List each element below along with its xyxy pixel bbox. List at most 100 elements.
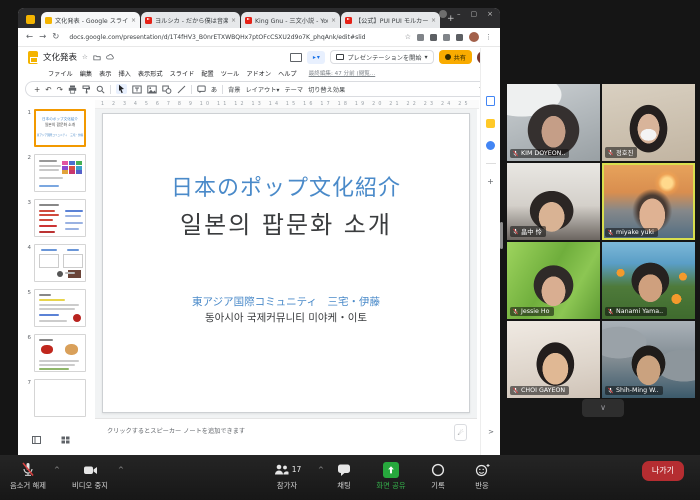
chrome-avatar[interactable]	[469, 32, 479, 42]
zoom-tool-icon[interactable]	[96, 85, 105, 94]
thumbnail-selected[interactable]: 日本のポップ文化紹介 일본의 팝문화 소개 東アジア国際コミュニティ 三宅・伊藤	[34, 109, 86, 147]
slide-canvas[interactable]: 日本のポップ文化紹介 일본의 팝문화 소개 東アジア国際コミュニティ 三宅・伊藤…	[102, 113, 470, 413]
menu-help[interactable]: ヘルプ	[278, 69, 297, 78]
tab-slides[interactable]: 文化発表 - Google スライド ×	[41, 12, 140, 28]
video-tile[interactable]: Nanami Yama..	[602, 242, 695, 319]
reload-icon[interactable]: ↻	[52, 32, 59, 42]
filmstrip-view-icon[interactable]	[32, 436, 41, 444]
video-tile[interactable]: Shih-Ming W..	[602, 321, 695, 398]
tab-youtube-1[interactable]: ヨルシカ - だから僕は音楽を辞めた... ×	[141, 12, 240, 28]
background-button[interactable]: 背景	[228, 85, 240, 94]
video-tile[interactable]: CHOI GAYEON	[507, 321, 600, 398]
slide-thumbnail-2[interactable]: 2	[22, 154, 95, 192]
slide-title-japanese[interactable]: 日本のポップ文化紹介	[103, 170, 469, 202]
menu-file[interactable]: ファイル	[48, 69, 73, 78]
calendar-icon[interactable]	[486, 96, 495, 106]
video-tile-active-speaker[interactable]: miyake yuki	[602, 163, 695, 240]
grid-view-icon[interactable]	[61, 436, 70, 444]
laser-pointer-button[interactable]: ☄	[454, 424, 467, 441]
slide-thumbnail-3[interactable]: 3	[22, 199, 95, 237]
start-presentation-button[interactable]: プレゼンテーションを開始 ▾	[330, 50, 433, 64]
menu-edit[interactable]: 編集	[80, 69, 92, 78]
cloud-status-icon[interactable]	[106, 54, 115, 61]
menu-format[interactable]: 表示形式	[138, 69, 163, 78]
tab-youtube-2[interactable]: King Gnu - 三文小説 - YouTube ×	[241, 12, 340, 28]
comment-history-icon[interactable]	[290, 53, 302, 62]
undo-icon[interactable]: ↶	[45, 85, 51, 94]
browser-profile-icon[interactable]	[439, 10, 447, 18]
tab-close-icon[interactable]: ×	[231, 17, 236, 24]
video-options-chevron[interactable]: ^	[118, 466, 124, 474]
video-tile[interactable]: Jessie Ho	[507, 242, 600, 319]
slide-thumbnail-5[interactable]: 5	[22, 289, 95, 327]
back-icon[interactable]: ←	[26, 32, 33, 42]
redo-icon[interactable]: ↷	[57, 85, 63, 94]
extension-icon[interactable]	[430, 34, 437, 41]
reactions-button[interactable]: 반응	[460, 460, 504, 491]
extension-icon[interactable]	[456, 34, 463, 41]
extension-icon[interactable]	[417, 34, 424, 41]
leave-meeting-button[interactable]: 나가기	[642, 461, 684, 481]
transition-button[interactable]: 切り替え効果	[308, 85, 345, 94]
mic-options-chevron[interactable]: ^	[54, 466, 60, 474]
menu-addons[interactable]: アドオン	[246, 69, 271, 78]
unmute-button[interactable]: 음소거 해제	[2, 460, 54, 491]
print-icon[interactable]	[68, 85, 77, 94]
paint-format-icon[interactable]	[82, 85, 91, 94]
keep-icon[interactable]	[486, 119, 495, 128]
slide-thumbnail-4[interactable]: 4	[22, 244, 95, 282]
scrollbar-thumb[interactable]	[500, 222, 503, 249]
theme-button[interactable]: テーマ	[285, 85, 304, 94]
video-tile[interactable]: 정호진	[602, 84, 695, 161]
record-button[interactable]: 기록	[416, 460, 460, 491]
add-addon-icon[interactable]: +	[487, 177, 494, 186]
last-edit-link[interactable]: 最終編集: 47 分前 (閲覧...	[309, 69, 376, 77]
extension-icon[interactable]	[443, 34, 450, 41]
slide-title-korean[interactable]: 일본의 팝문화 소개	[103, 205, 469, 240]
document-title[interactable]: 文化発表	[43, 51, 77, 63]
chat-button[interactable]: 채팅	[322, 460, 366, 491]
text-format-tool[interactable]: あ	[211, 85, 217, 94]
more-participants-button[interactable]: ∨	[582, 399, 624, 417]
tab-youtube-3[interactable]: 【公式】PUI PUI モルカー 第1話... ×	[341, 12, 440, 28]
participants-button[interactable]: 17 참가자	[258, 460, 316, 491]
present-caret-icon[interactable]: ▾	[425, 54, 428, 61]
share-button[interactable]: 共有	[439, 50, 472, 64]
menu-view[interactable]: 表示	[99, 69, 111, 78]
menu-slide[interactable]: スライド	[170, 69, 195, 78]
close-button[interactable]: ×	[487, 10, 493, 18]
slide-thumbnail-6[interactable]: 6	[22, 334, 95, 372]
stop-video-button[interactable]: 비디오 중지	[62, 460, 118, 491]
video-tile[interactable]: KIM DOYEON..	[507, 84, 600, 161]
pinned-slides-tab-icon[interactable]	[26, 15, 35, 24]
tab-close-icon[interactable]: ×	[131, 17, 136, 24]
slide-thumbnail-7[interactable]: 7	[22, 379, 95, 417]
maximize-button[interactable]: ▢	[471, 10, 478, 18]
insert-shape-icon[interactable]	[162, 85, 172, 94]
select-tool-icon[interactable]	[116, 84, 127, 94]
chrome-menu-icon[interactable]: ⋮	[485, 33, 492, 41]
move-folder-icon[interactable]	[93, 54, 101, 61]
forward-icon[interactable]: →	[39, 32, 46, 42]
share-screen-button[interactable]: 화면 공유	[366, 460, 416, 491]
slide-thumbnail-1[interactable]: 1 日本のポップ文化紹介 일본의 팝문화 소개 東アジア国際コミュニティ 三宅・…	[22, 109, 95, 147]
tab-close-icon[interactable]: ×	[431, 17, 436, 24]
new-slide-button[interactable]: +	[34, 85, 40, 94]
video-tile[interactable]: 畠中 怜	[507, 163, 600, 240]
insert-line-icon[interactable]	[177, 85, 186, 94]
tab-close-icon[interactable]: ×	[331, 17, 336, 24]
bookmark-star-icon[interactable]: ☆	[405, 33, 411, 41]
insert-comment-icon[interactable]	[197, 85, 206, 94]
slide-byline-japanese[interactable]: 東アジア国際コミュニティ 三宅・伊藤	[103, 294, 469, 309]
slide-byline-korean[interactable]: 동아시아 국제커뮤니티 미야케・이토	[103, 310, 469, 325]
menu-insert[interactable]: 挿入	[119, 69, 131, 78]
url-field[interactable]: docs.google.com/presentation/d/1T4fHV3_B…	[65, 34, 365, 41]
menu-arrange[interactable]: 配置	[201, 69, 213, 78]
text-box-icon[interactable]	[132, 85, 142, 94]
slides-logo-icon[interactable]	[28, 51, 38, 64]
minimize-button[interactable]: –	[457, 10, 461, 18]
tasks-icon[interactable]	[486, 141, 495, 150]
speaker-notes-placeholder[interactable]: クリックするとスピーカー ノートを追加できます	[95, 419, 477, 435]
panel-expand-icon[interactable]: >	[488, 428, 494, 436]
layout-button[interactable]: レイアウト▾	[245, 85, 279, 94]
